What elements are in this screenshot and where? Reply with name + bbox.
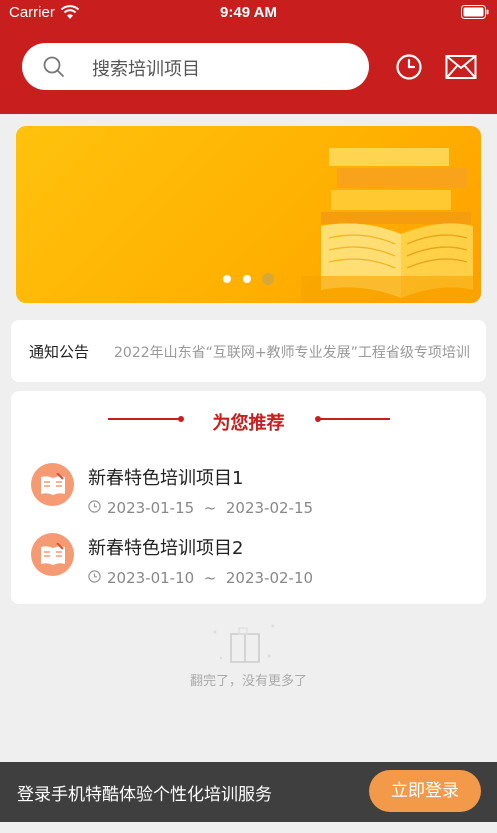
empty-tip: 翻完了，没有更多了 <box>189 674 307 689</box>
date-separator: ~ <box>203 499 217 517</box>
login-prompt-bar: 登录手机特酷体验个性化培训服务 立即登录 <box>0 762 497 822</box>
open-book-icon <box>41 543 65 565</box>
project-title: 新春特色培训项目1 <box>88 468 244 489</box>
notice-text[interactable]: 2022年山东省“互联网+教师专业发展”工程省级专项培训 <box>114 342 479 362</box>
carousel-dots <box>16 268 481 287</box>
recommend-section: 为您推荐 新春特色培训项目1 2023-01-15 ~ 2023-02-15 新… <box>11 391 486 604</box>
home-indicator-area <box>0 822 497 833</box>
clock-icon <box>88 500 101 513</box>
clock-icon <box>88 570 101 583</box>
date-separator: ~ <box>203 569 217 587</box>
project-date-range: 2023-01-10 ~ 2023-02-10 <box>107 569 313 587</box>
carousel-dot[interactable] <box>242 274 251 283</box>
list-item[interactable]: 新春特色培训项目1 2023-01-15 ~ 2023-02-15 <box>11 461 486 521</box>
empty-book-icon <box>213 624 275 663</box>
list-item[interactable]: 新春特色培训项目2 2023-01-10 ~ 2023-02-10 <box>11 531 486 591</box>
project-icon <box>31 533 74 576</box>
clock-icon[interactable] <box>394 52 424 82</box>
search-placeholder: 搜索培训项目 <box>92 59 200 80</box>
date-end: 2023-02-15 <box>225 499 314 517</box>
mail-icon[interactable] <box>445 54 477 80</box>
status-time: 9:49 AM <box>220 4 277 21</box>
banner-carousel[interactable] <box>16 126 481 303</box>
project-date-range: 2023-01-15 ~ 2023-02-15 <box>107 499 313 517</box>
date-start: 2023-01-15 <box>107 499 195 517</box>
notice-bar[interactable]: 通知公告 2022年山东省“互联网+教师专业发展”工程省级专项培训 <box>11 320 486 382</box>
project-title: 新春特色培训项目2 <box>88 538 244 559</box>
date-start: 2023-01-10 <box>107 569 195 587</box>
login-button[interactable]: 立即登录 <box>369 770 481 812</box>
status-bar: Carrier 9:49 AM <box>0 0 497 26</box>
open-book-icon <box>41 473 65 495</box>
date-end: 2023-02-10 <box>225 569 314 587</box>
search-bar[interactable]: 搜索培训项目 <box>22 43 369 90</box>
project-icon <box>31 463 74 506</box>
notice-label: 通知公告 <box>29 343 90 361</box>
app-header: Carrier 9:49 AM 搜索培训项目 <box>0 0 497 114</box>
carousel-dot-active[interactable] <box>261 272 274 285</box>
login-prompt-text: 登录手机特酷体验个性化培训服务 <box>17 785 272 805</box>
carousel-dot[interactable] <box>223 274 232 283</box>
battery-icon <box>461 5 489 19</box>
search-icon <box>43 56 64 77</box>
title-divider-right <box>318 418 390 420</box>
recommend-title: 为您推荐 <box>212 413 285 434</box>
